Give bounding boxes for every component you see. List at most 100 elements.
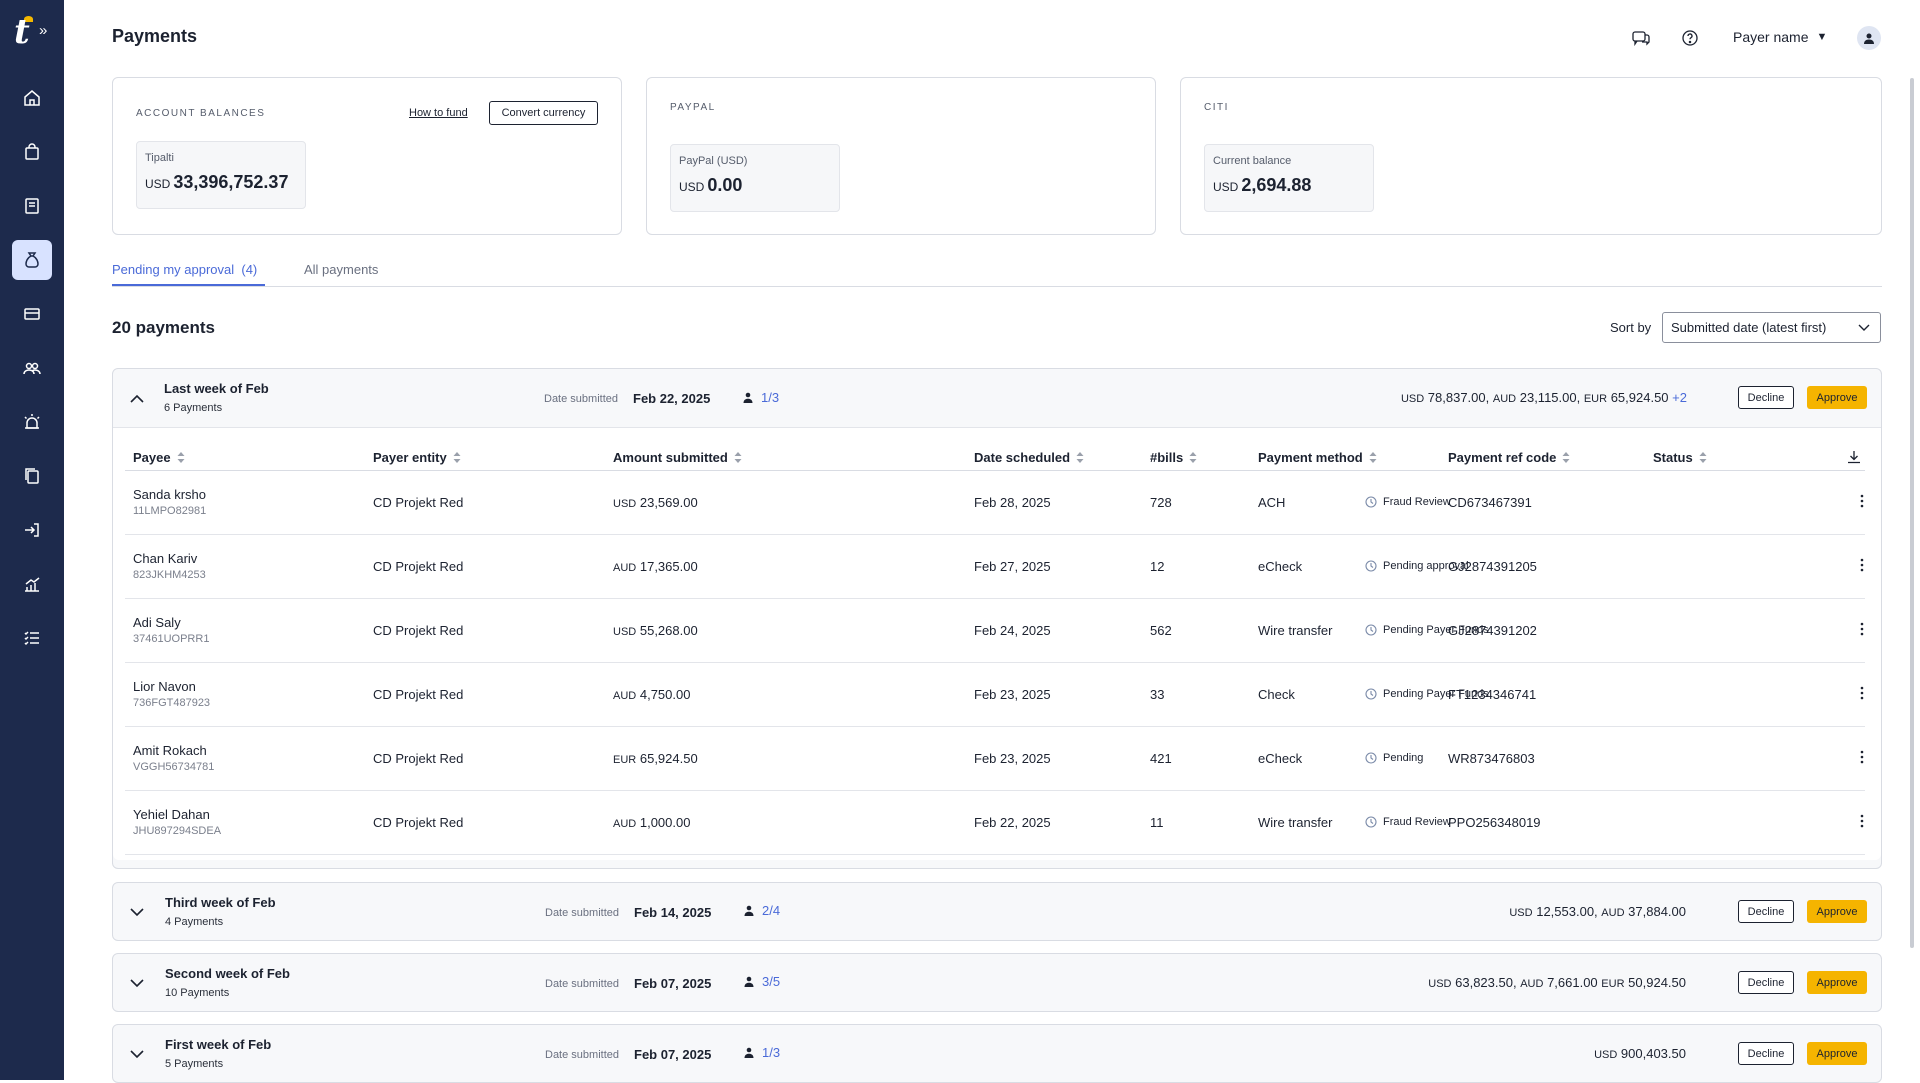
more-options-icon[interactable] [1860, 749, 1864, 765]
table-row[interactable]: Amit Rokach VGGH56734781 CD Projekt Red EUR… [125, 727, 1865, 791]
decline-button[interactable]: Decline [1738, 900, 1794, 923]
sidebar-item-bills[interactable] [12, 186, 52, 226]
card-title: CITI [1204, 102, 1229, 113]
sidebar-item-home[interactable] [12, 78, 52, 118]
avatar[interactable] [1857, 26, 1881, 50]
approvals-progress[interactable]: 2/4 [744, 903, 780, 918]
more-options-icon[interactable] [1860, 493, 1864, 509]
column-header-amount[interactable]: Amount submitted [613, 450, 742, 465]
approvals-progress[interactable]: 3/5 [744, 974, 780, 989]
amount: 63,823.50, [1455, 975, 1517, 990]
payment-method-cell: eCheck [1258, 559, 1303, 574]
payment-method-cell: Wire transfer [1258, 815, 1333, 830]
table-row[interactable]: Lior Navon 736FGT487923 CD Projekt Red AUD … [125, 663, 1865, 727]
page-scrollbar[interactable] [1910, 78, 1914, 948]
person-icon [743, 392, 753, 403]
approvals-progress[interactable]: 1/3 [743, 390, 779, 405]
column-header-payment-method[interactable]: Payment method [1258, 450, 1377, 465]
chevron-down-icon[interactable] [129, 1046, 145, 1062]
sidebar-item-purchasing[interactable] [12, 132, 52, 172]
sidebar-item-payments[interactable] [12, 240, 52, 280]
decline-button[interactable]: Decline [1738, 1042, 1794, 1065]
column-header-payer-entity[interactable]: Payer entity [373, 450, 461, 465]
sidebar-item-cards[interactable] [12, 294, 52, 334]
more-options-icon[interactable] [1860, 685, 1864, 701]
payee-name[interactable]: Lior Navon [133, 679, 196, 694]
convert-currency-button[interactable]: Convert currency [489, 101, 598, 125]
currency: USD [1509, 907, 1533, 919]
approvals-progress[interactable]: 1/3 [744, 1045, 780, 1060]
approve-button[interactable]: Approve [1807, 1042, 1867, 1065]
sort-icon [1076, 452, 1084, 463]
payment-ref-cell: PPO256348019 [1448, 815, 1541, 830]
table-row[interactable]: Yehiel Dahan JHU897294SDEA CD Projekt Red A… [125, 791, 1865, 855]
payee-id: JHU897294SDEA [133, 825, 222, 837]
sidebar-item-reports[interactable] [12, 564, 52, 604]
chevron-down-icon[interactable] [129, 904, 145, 920]
download-icon[interactable] [1847, 450, 1861, 464]
table-row[interactable]: Chan Kariv 823JKHM4253 CD Projekt Red AUD 1… [125, 535, 1865, 599]
status-label: Pending Payer Funds [1383, 688, 1489, 700]
currency: AUD [1601, 907, 1625, 919]
how-to-fund-link[interactable]: How to fund [409, 107, 468, 119]
approve-button[interactable]: Approve [1807, 900, 1867, 923]
approve-button[interactable]: Approve [1807, 971, 1867, 994]
tab-pending-approval[interactable]: Pending my approval (4) [112, 262, 257, 277]
amount: 900,403.50 [1620, 1046, 1686, 1061]
clock-icon [1365, 624, 1377, 636]
column-header-payment-ref[interactable]: Payment ref code [1448, 450, 1570, 465]
sidebar-item-tasks[interactable] [12, 618, 52, 658]
column-header-date-scheduled[interactable]: Date scheduled [974, 450, 1084, 465]
chat-icon[interactable] [1631, 28, 1651, 48]
column-header-status[interactable]: Status [1653, 450, 1707, 465]
payee-name[interactable]: Amit Rokach [133, 743, 207, 758]
sort-select[interactable]: Submitted date (latest first) [1662, 312, 1881, 343]
payee-name[interactable]: Adi Saly [133, 615, 181, 630]
group-title: First week of Feb [165, 1037, 272, 1052]
table-row[interactable]: Adi Saly 37461UOPRR1 CD Projekt Red USD 55,… [125, 599, 1865, 663]
more-options-icon[interactable] [1860, 621, 1864, 637]
amount: 55,268.00 [639, 623, 698, 638]
tipalti-balance-box: Tipalti USD 33,396,752.37 [136, 141, 306, 209]
sidebar-item-alerts[interactable] [12, 402, 52, 442]
sidebar-item-import[interactable] [12, 510, 52, 550]
table-row[interactable]: Sanda krsho 11LMPO82981 CD Projekt Red USD … [125, 471, 1865, 535]
tab-count: (4) [241, 262, 258, 277]
amount-cell: AUD 1,000.00 [613, 815, 690, 830]
payer-name-dropdown[interactable]: Payer name ▼ [1733, 29, 1827, 45]
tab-all-payments[interactable]: All payments [304, 262, 378, 277]
payer-entity-cell: CD Projekt Red [373, 495, 464, 510]
citi-card: CITI Current balance USD 2,694.88 [1180, 77, 1882, 235]
sort-by-label: Sort by [1610, 320, 1652, 335]
sidebar-item-documents[interactable] [12, 456, 52, 496]
payee-name[interactable]: Chan Kariv [133, 551, 197, 566]
sidebar-item-payees[interactable] [12, 348, 52, 388]
balance-label: Current balance [1213, 155, 1292, 167]
decline-button[interactable]: Decline [1738, 971, 1794, 994]
amount: 33,396,752.37 [173, 172, 289, 192]
currency: AUD [613, 562, 637, 574]
column-label: Payee [133, 450, 171, 465]
account-balances-card: ACCOUNT BALANCES How to fund Convert cur… [112, 77, 622, 235]
chevron-down-icon[interactable] [129, 975, 145, 991]
column-header-bills[interactable]: #bills [1150, 450, 1197, 465]
column-header-payee[interactable]: Payee [133, 450, 185, 465]
expand-sidebar-icon[interactable]: » [39, 22, 47, 39]
more-options-icon[interactable] [1860, 557, 1864, 573]
tipalti-logo[interactable]: t » [14, 14, 54, 54]
decline-button[interactable]: Decline [1738, 386, 1794, 409]
payee-name[interactable]: Sanda krsho [133, 487, 206, 502]
help-icon[interactable] [1680, 28, 1700, 48]
currency: AUD [613, 690, 637, 702]
alert-icon [24, 414, 40, 429]
payee-name[interactable]: Yehiel Dahan [133, 807, 210, 822]
clock-icon [1365, 688, 1377, 700]
more-options-icon[interactable] [1860, 813, 1864, 829]
approve-button[interactable]: Approve [1807, 386, 1867, 409]
amount-cell: EUR 65,924.50 [613, 751, 698, 766]
payer-entity-cell: CD Projekt Red [373, 559, 464, 574]
date-submitted-label: Date submitted [545, 907, 619, 919]
chevron-up-icon[interactable] [129, 391, 145, 407]
more-currencies-link[interactable]: +2 [1672, 390, 1687, 405]
payee-id: 11LMPO82981 [133, 505, 207, 517]
